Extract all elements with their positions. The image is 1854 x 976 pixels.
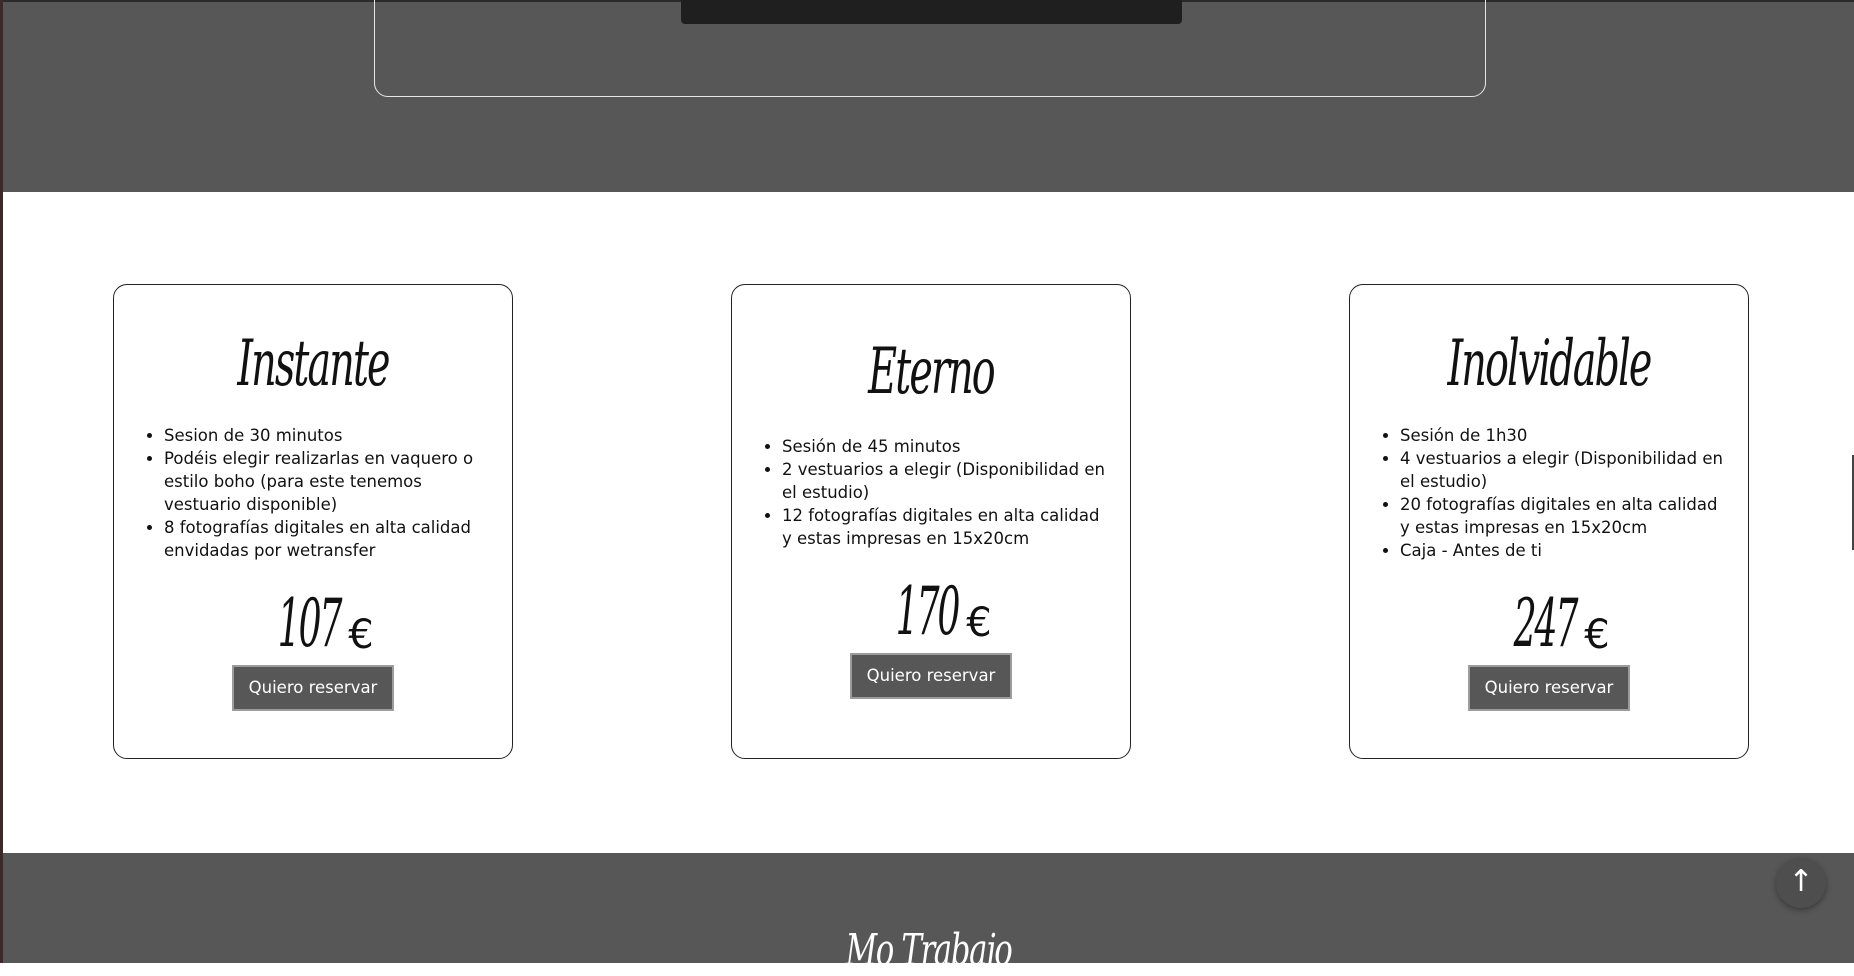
feature-item: 12 fotografías digitales en alta calidad… [782,504,1112,550]
arrow-up-icon: ↑ [1788,864,1814,899]
reserve-button[interactable]: Quiero reservar [232,665,394,711]
price-currency: € [966,600,992,646]
feature-item: 4 vestuarios a elegir (Disponibilidad en… [1400,447,1730,493]
feature-item: 2 vestuarios a elegir (Disponibilidad en… [782,458,1112,504]
feature-item: Caja - Antes de ti [1400,539,1730,562]
feature-list: Sesión de 45 minutos 2 vestuarios a eleg… [758,435,1112,550]
package-title: Eterno [868,335,996,409]
price-value: 247 [1513,585,1579,662]
feature-item: Podéis elegir realizarlas en vaquero o e… [164,447,494,516]
pricing-section: Instante Sesion de 30 minutos Podéis ele… [3,192,1854,853]
reserve-button[interactable]: Quiero reservar [850,653,1012,699]
feature-item: 8 fotografías digitales en alta calidad … [164,516,494,562]
package-card-instante: Instante Sesion de 30 minutos Podéis ele… [113,284,513,759]
package-title: Inolvidable [1447,327,1652,401]
scroll-to-top-button[interactable]: ↑ [1776,858,1826,908]
top-dark-bar [681,0,1182,24]
feature-item: Sesión de 1h30 [1400,424,1730,447]
feature-item: Sesión de 45 minutos [782,435,1112,458]
package-price: 107 € [114,585,512,662]
package-price: 170 € [732,573,1130,650]
package-price: 247 € [1350,585,1748,662]
price-currency: € [1584,612,1610,658]
price-value: 107 [277,585,343,662]
footer-title: Mo Trabajo [845,925,1013,976]
package-title: Instante [237,327,390,401]
top-section [3,0,1854,192]
feature-item: Sesion de 30 minutos [164,424,494,447]
price-currency: € [348,612,374,658]
feature-list: Sesion de 30 minutos Podéis elegir reali… [140,424,494,562]
reserve-button[interactable]: Quiero reservar [1468,665,1630,711]
package-card-inolvidable: Inolvidable Sesión de 1h30 4 vestuarios … [1349,284,1749,759]
package-card-eterno: Eterno Sesión de 45 minutos 2 vestuarios… [731,284,1131,759]
footer-section: Mo Trabajo [3,853,1854,976]
price-value: 170 [895,573,961,650]
feature-item: 20 fotografías digitales en alta calidad… [1400,493,1730,539]
feature-list: Sesión de 1h30 4 vestuarios a elegir (Di… [1376,424,1730,562]
